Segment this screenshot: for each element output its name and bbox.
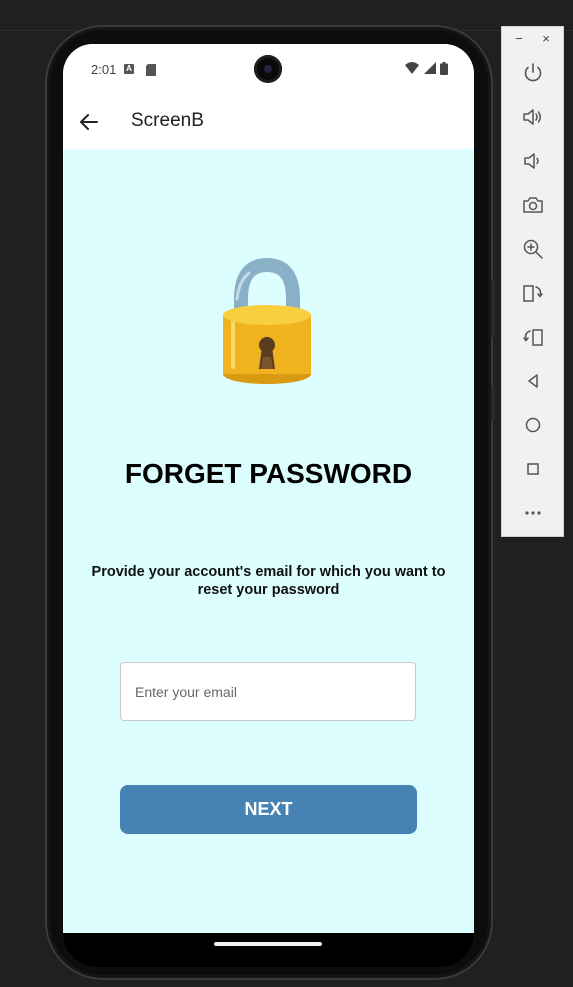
status-time: 2:01 [91,62,117,77]
close-button[interactable]: × [539,31,553,46]
back-button[interactable] [77,110,101,134]
status-right-icons [405,62,448,76]
front-camera [254,55,282,83]
volume-up-button[interactable] [521,105,545,129]
overview-nav-button[interactable] [521,457,545,481]
lock-icon [219,257,315,387]
phone-power-button [491,385,495,421]
power-icon [524,63,542,82]
home-nav-button[interactable] [521,413,545,437]
screenshot-button[interactable] [521,193,545,217]
phone-volume-button [491,280,495,338]
minimize-button[interactable]: − [512,31,526,46]
more-button[interactable] [521,501,545,525]
more-icon [525,511,541,515]
overview-icon [527,463,539,475]
rotate-right-icon [523,329,543,346]
home-icon [525,417,541,433]
app-header: 2:01 A ScreenB [63,44,474,149]
camera-icon [523,197,543,213]
app-bar-title: ScreenB [131,110,204,131]
sd-card-icon [146,63,156,76]
wifi-icon [405,62,420,74]
phone-screen: 2:01 A ScreenB FORGET PASSWORD Provide y… [63,44,474,933]
battery-icon [440,62,448,75]
back-icon [528,374,538,388]
a-notification-icon: A [124,64,134,74]
back-nav-button[interactable] [521,369,545,393]
rotate-right-button[interactable] [521,325,545,349]
page-heading: FORGET PASSWORD [124,458,413,489]
emulator-toolbar: − × [501,26,564,537]
volume-up-icon [523,109,541,125]
volume-down-button[interactable] [521,149,545,173]
signal-icon [423,62,436,74]
arrow-left-icon [80,114,98,130]
description-text: Provide your account's email for which y… [91,564,446,598]
rotate-left-icon [523,285,543,302]
zoom-button[interactable] [521,237,545,261]
gesture-bar [63,933,474,967]
next-button[interactable]: NEXT [120,785,417,834]
volume-down-icon [524,153,539,169]
rotate-left-button[interactable] [521,281,545,305]
home-indicator[interactable] [214,942,322,946]
email-input[interactable] [120,662,416,721]
power-button[interactable] [521,61,545,85]
zoom-in-icon [523,239,543,259]
